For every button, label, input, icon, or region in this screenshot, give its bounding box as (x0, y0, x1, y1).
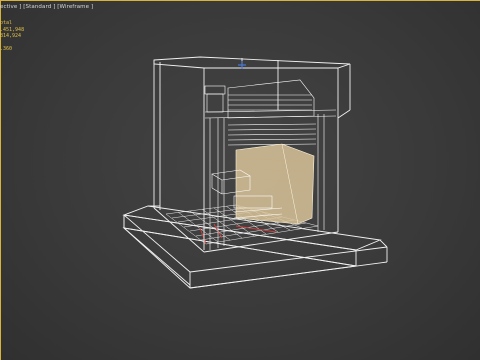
wireframe-scene[interactable] (0, 0, 480, 360)
stats-fps-value: .360 (0, 45, 13, 52)
mattress-block (235, 143, 315, 225)
statistics-overlay: otal .451,948 814,924 .360 (0, 20, 24, 52)
viewport-label-menu[interactable]: ective ] [Standard ] [Wireframe ] (0, 4, 93, 10)
3d-viewport[interactable]: ective ] [Standard ] [Wireframe ] otal .… (0, 0, 480, 360)
stats-verts-value: 814,924 (0, 33, 22, 39)
